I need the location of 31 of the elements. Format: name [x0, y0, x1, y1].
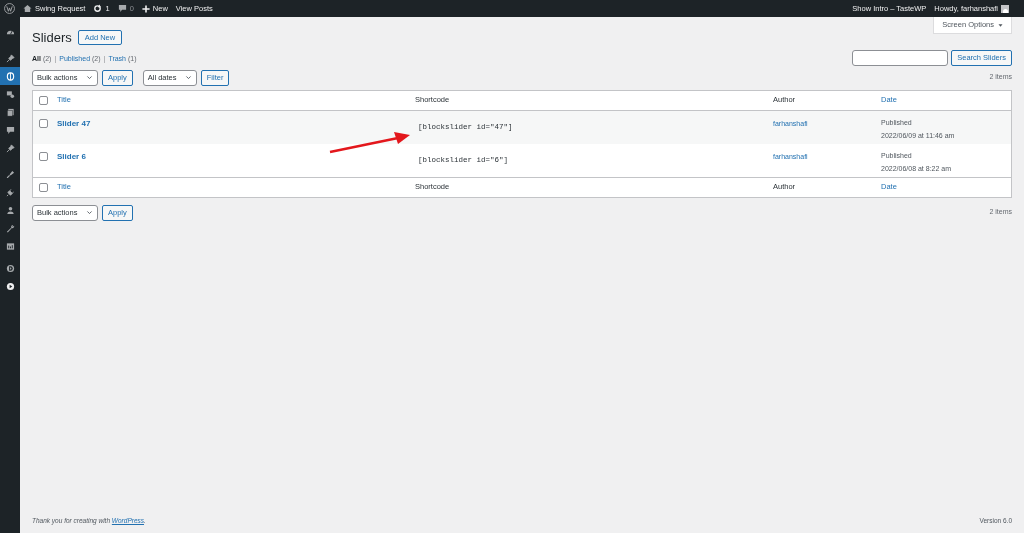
post-title-link[interactable]: Slider 47	[57, 118, 91, 128]
home-icon	[23, 4, 32, 13]
play-icon	[5, 281, 15, 291]
page-title: Sliders	[32, 29, 72, 47]
wrench-icon	[5, 223, 15, 233]
caret-icon	[998, 22, 1003, 28]
chevron-down-icon	[184, 74, 192, 81]
search-field[interactable]	[852, 49, 949, 66]
post-title-link[interactable]: Slider 6	[57, 151, 86, 161]
letter-d-icon	[5, 263, 15, 273]
speech-bubble-icon	[117, 4, 127, 13]
plug-icon	[5, 187, 15, 197]
pages-icon	[5, 107, 15, 117]
plus-icon	[141, 4, 150, 13]
media-icon	[5, 89, 15, 99]
chevron-down-icon	[86, 74, 93, 81]
wordpress-logo-icon	[4, 3, 15, 14]
pin-icon	[5, 143, 15, 153]
checkbox[interactable]	[39, 95, 48, 105]
user-icon	[5, 205, 15, 215]
brush-icon	[5, 169, 15, 179]
chevron-down-icon	[86, 209, 93, 216]
comment-icon	[5, 125, 15, 135]
pin-icon	[5, 53, 15, 63]
slider-icon	[5, 71, 15, 81]
refresh-icon	[93, 4, 103, 13]
checkbox[interactable]	[39, 182, 48, 192]
checkbox[interactable]	[39, 151, 48, 161]
chart-icon	[5, 241, 15, 251]
avatar-icon	[1001, 4, 1009, 13]
checkbox[interactable]	[39, 118, 48, 128]
